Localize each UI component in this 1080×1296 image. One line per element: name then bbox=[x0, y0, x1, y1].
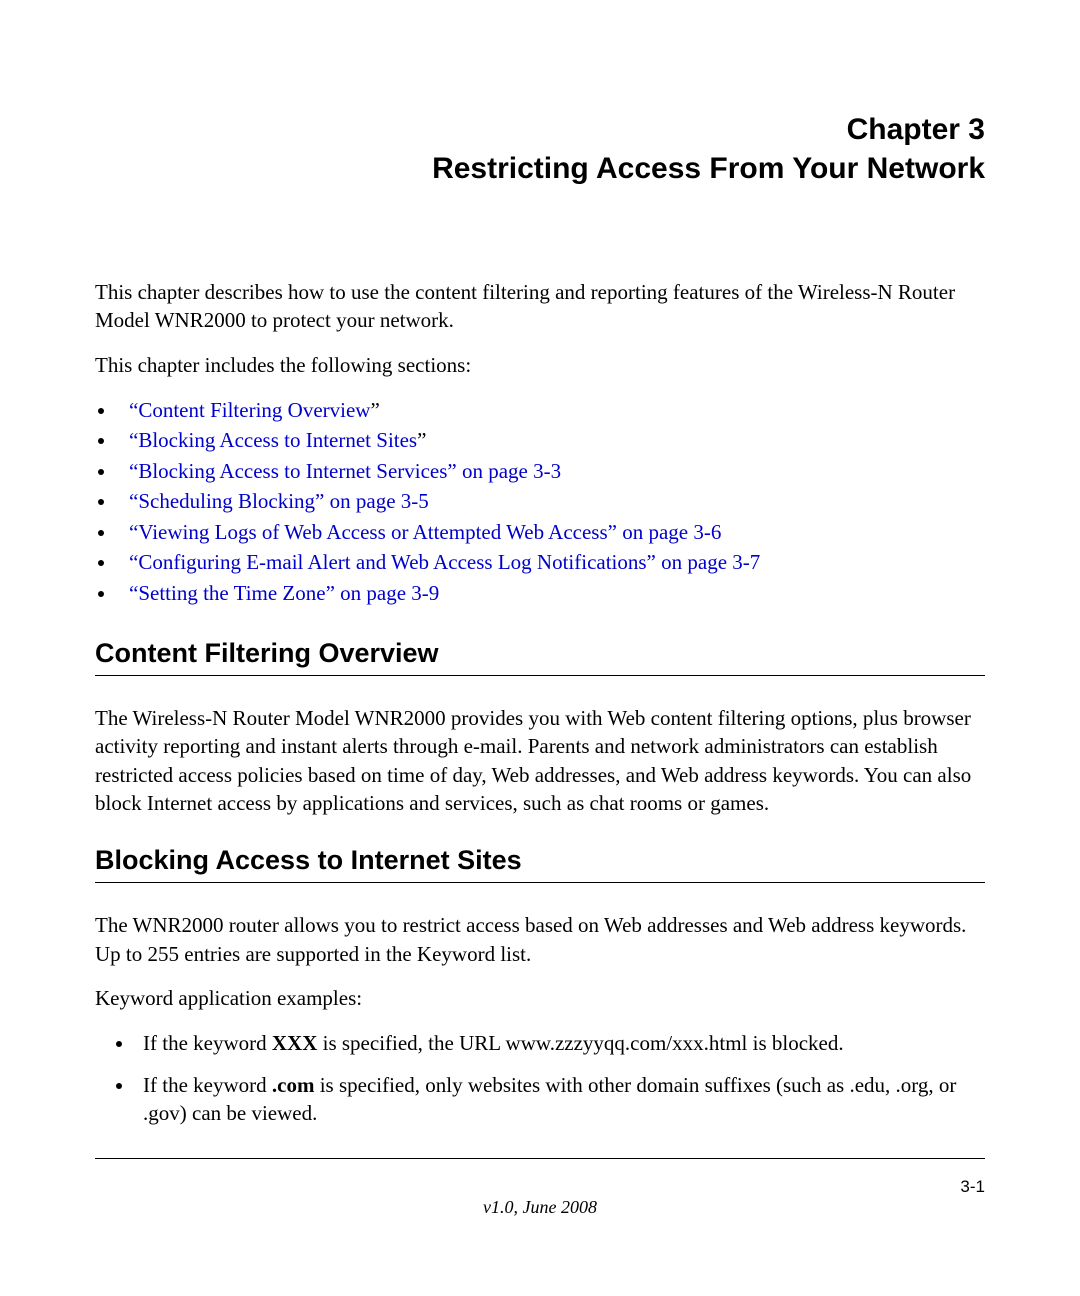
toc-item: “Content Filtering Overview” bbox=[117, 395, 985, 425]
intro-paragraph-2: This chapter includes the following sect… bbox=[95, 351, 985, 379]
section2-body1: The WNR2000 router allows you to restric… bbox=[95, 911, 985, 968]
table-of-contents: “Content Filtering Overview” “Blocking A… bbox=[95, 395, 985, 608]
toc-link[interactable]: “Viewing Logs of Web Access or Attempted… bbox=[129, 520, 721, 544]
list-item: If the keyword .com is specified, only w… bbox=[135, 1071, 985, 1128]
toc-item: “Configuring E-mail Alert and Web Access… bbox=[117, 547, 985, 577]
toc-item: “Blocking Access to Internet Services” o… bbox=[117, 456, 985, 486]
list-item: If the keyword XXX is specified, the URL… bbox=[135, 1029, 985, 1057]
toc-link[interactable]: “Content Filtering Overview bbox=[129, 398, 370, 422]
page-number: 3-1 bbox=[960, 1177, 985, 1197]
toc-link[interactable]: “Configuring E-mail Alert and Web Access… bbox=[129, 550, 760, 574]
chapter-title: Restricting Access From Your Network bbox=[95, 149, 985, 188]
keyword-examples-list: If the keyword XXX is specified, the URL… bbox=[95, 1029, 985, 1128]
section2-body2: Keyword application examples: bbox=[95, 984, 985, 1012]
toc-link[interactable]: “Scheduling Blocking” on page 3-5 bbox=[129, 489, 429, 513]
toc-link[interactable]: “Blocking Access to Internet Services” o… bbox=[129, 459, 561, 483]
toc-item: “Viewing Logs of Web Access or Attempted… bbox=[117, 517, 985, 547]
chapter-number: Chapter 3 bbox=[95, 110, 985, 149]
document-version: v1.0, June 2008 bbox=[95, 1167, 985, 1218]
section1-body: The Wireless-N Router Model WNR2000 prov… bbox=[95, 704, 985, 817]
toc-item: “Setting the Time Zone” on page 3-9 bbox=[117, 578, 985, 608]
section-heading-blocking-sites: Blocking Access to Internet Sites bbox=[95, 845, 985, 883]
chapter-heading: Chapter 3 Restricting Access From Your N… bbox=[95, 110, 985, 188]
toc-link[interactable]: “Setting the Time Zone” on page 3-9 bbox=[129, 581, 439, 605]
keyword-bold: XXX bbox=[272, 1031, 318, 1055]
intro-paragraph-1: This chapter describes how to use the co… bbox=[95, 278, 985, 335]
document-page: Chapter 3 Restricting Access From Your N… bbox=[0, 0, 1080, 1277]
footer-rule bbox=[95, 1158, 985, 1159]
keyword-bold: .com bbox=[272, 1073, 315, 1097]
toc-link[interactable]: “Blocking Access to Internet Sites bbox=[129, 428, 417, 452]
toc-item: “Blocking Access to Internet Sites” bbox=[117, 425, 985, 455]
section-heading-content-filtering: Content Filtering Overview bbox=[95, 638, 985, 676]
toc-item: “Scheduling Blocking” on page 3-5 bbox=[117, 486, 985, 516]
page-footer: 3-1 v1.0, June 2008 bbox=[95, 1167, 985, 1227]
